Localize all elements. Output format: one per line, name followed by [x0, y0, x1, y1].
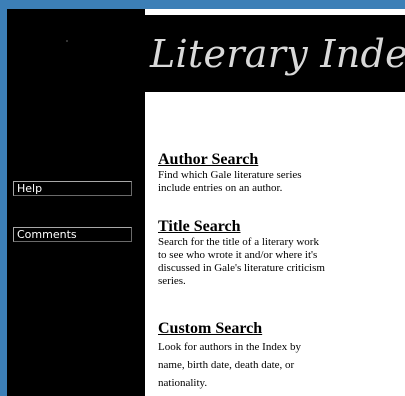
page-title: Literary Index: [150, 32, 405, 76]
title-search-desc-line: series.: [158, 275, 186, 287]
title-search-desc-line: discussed in Gale's literature criticism: [158, 262, 325, 274]
header-banner: Literary Index: [145, 15, 405, 92]
custom-search-link[interactable]: Custom Search: [158, 320, 398, 338]
title-search-section: Title Search Search for the title of a l…: [158, 218, 398, 288]
title-search-desc-line: Search for the title of a literary work: [158, 236, 319, 248]
title-search-link[interactable]: Title Search: [158, 218, 398, 236]
author-search-link[interactable]: Author Search: [158, 151, 398, 169]
custom-search-section: Custom Search Look for authors in the In…: [158, 320, 398, 392]
author-search-section: Author Search Find which Gale literature…: [158, 151, 398, 195]
comments-button[interactable]: Comments: [13, 227, 132, 242]
custom-search-desc-line: name, birth date, death date, or: [158, 359, 295, 371]
author-search-desc-line: Find which Gale literature series: [158, 169, 302, 181]
page-frame: Help Comments Literary Index Author Sear…: [0, 0, 405, 396]
sidebar-spacer-dot: [66, 40, 68, 42]
custom-search-desc-line: Look for authors in the Index by: [158, 341, 301, 353]
author-search-desc-line: include entries on an author.: [158, 182, 283, 194]
help-button[interactable]: Help: [13, 181, 132, 196]
custom-search-desc-line: nationality.: [158, 377, 208, 389]
window-left-edge: [0, 0, 7, 396]
title-search-desc-line: to see who wrote it and/or where it's: [158, 249, 318, 261]
sidebar: [7, 9, 145, 396]
window-top-edge: [0, 0, 405, 9]
